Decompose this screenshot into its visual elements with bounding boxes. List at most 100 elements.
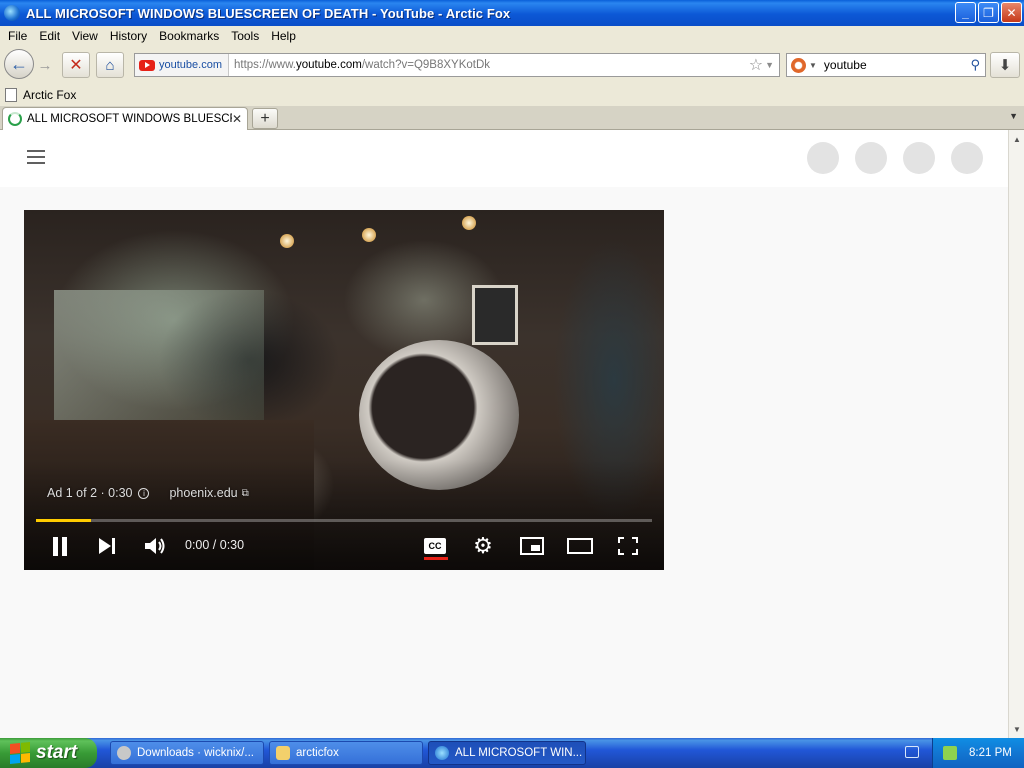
video-scene-picture-frame [472,285,518,345]
arctic-fox-taskbar-icon [435,746,449,760]
window-controls: _ ❐ ✕ [955,2,1022,23]
window-title: ALL MICROSOFT WINDOWS BLUESCREEN OF DEAT… [26,5,511,21]
search-icon[interactable]: ⚲ [970,57,980,73]
theater-icon [567,538,593,554]
taskbar-item-arcticfox-folder[interactable]: arcticfox [269,741,423,765]
site-domain-label: youtube.com [159,59,222,71]
youtube-header [0,130,1008,187]
miniplayer-icon [520,537,544,555]
search-engine-icon[interactable] [791,57,806,73]
external-link-icon: ⧉ [241,487,249,499]
progress-bar[interactable] [36,519,652,522]
maximize-button[interactable]: ❐ [978,2,999,23]
clock: 8:21 PM [969,747,1012,759]
forward-arrow-icon: → [37,56,53,74]
subtitles-button[interactable]: CC [423,532,447,560]
cc-icon: CC [424,538,446,554]
speaker-icon [145,538,165,554]
new-tab-button[interactable]: + [252,108,278,129]
fullscreen-icon [618,537,638,555]
fullscreen-button[interactable] [616,532,640,560]
url-bar[interactable]: youtube.com https://www.youtube.com/watc… [134,53,780,77]
menu-file[interactable]: File [2,29,33,43]
scroll-up-arrow-icon[interactable]: ▲ [1010,132,1024,146]
downloads-button[interactable]: ⬇ [990,52,1020,78]
time-display: 0:00 / 0:30 [185,538,245,552]
close-window-button[interactable]: ✕ [1001,2,1022,23]
home-icon: ⌂ [105,56,115,74]
windows-flag-icon [10,741,30,765]
url-history-dropdown-icon[interactable]: ▼ [765,60,774,70]
next-button[interactable] [96,532,118,560]
page-content: Ad 1 of 2 · 0:30 i phoenix.edu ⧉ 0:00 / … [0,130,1008,738]
video-player[interactable]: Ad 1 of 2 · 0:30 i phoenix.edu ⧉ 0:00 / … [24,210,664,570]
bookmark-star-icon[interactable]: ☆ [749,55,763,75]
scroll-down-arrow-icon[interactable]: ▼ [1010,722,1024,736]
video-scene-lamp [462,216,476,230]
cc-active-indicator [424,557,448,560]
search-input[interactable]: youtube [824,58,971,72]
ad-info-icon[interactable]: i [138,487,150,499]
tab-close-icon[interactable]: ✕ [232,112,242,126]
gear-icon: ⚙ [473,533,493,558]
header-placeholder-circle [807,142,839,174]
video-scene-window [54,290,264,440]
menu-tools[interactable]: Tools [225,29,265,43]
tab-list-dropdown-icon[interactable]: ▼ [1009,111,1018,121]
back-button[interactable]: ← [4,49,34,79]
bookmarks-toolbar: Arctic Fox [0,84,1024,106]
volume-button[interactable] [142,532,168,560]
stop-button[interactable]: ✕ [62,52,90,78]
page-scrollbar[interactable]: ▲ ▼ [1008,130,1024,738]
menu-bookmarks[interactable]: Bookmarks [153,29,225,43]
folder-icon [276,746,290,760]
url-prefix: https://www. [233,59,296,71]
downloads-window-icon [117,746,131,760]
taskbar: start Downloads · wicknix/... arcticfox … [0,738,1024,768]
header-placeholder-circle [903,142,935,174]
bookmark-item-arctic-fox[interactable]: Arctic Fox [23,88,76,102]
stop-x-icon: ✕ [69,57,83,74]
next-icon [99,538,115,554]
bookmark-page-icon [5,88,17,102]
tab-title: ALL MICROSOFT WINDOWS BLUESCREE... [27,113,232,125]
back-arrow-icon: ← [10,53,28,74]
loading-spinner-icon [8,112,22,126]
window-title-bar[interactable]: ALL MICROSOFT WINDOWS BLUESCREEN OF DEAT… [0,0,1024,26]
menu-help[interactable]: Help [265,29,302,43]
menu-hamburger-icon[interactable] [27,150,45,164]
advertiser-link[interactable]: phoenix.edu [169,486,237,500]
url-path: /watch?v=Q9B8XYKotDk [361,59,491,71]
ad-info: Ad 1 of 2 · 0:30 i phoenix.edu ⧉ [47,486,249,500]
engine-dropdown-icon[interactable]: ▼ [809,61,817,70]
navigation-toolbar: ← → ✕ ⌂ youtube.com https://www.youtube.… [0,46,1024,84]
miniplayer-button[interactable] [519,532,545,560]
theater-mode-button[interactable] [567,532,593,560]
arctic-fox-app-icon [4,5,20,21]
search-bar[interactable]: ▼ youtube ⚲ [786,53,986,77]
start-button[interactable]: start [0,738,97,768]
system-tray: 8:21 PM [932,738,1024,768]
forward-button[interactable]: → [35,55,55,75]
menu-edit[interactable]: Edit [33,29,66,43]
menu-view[interactable]: View [66,29,104,43]
taskbar-item-downloads[interactable]: Downloads · wicknix/... [110,741,264,765]
task-label: Downloads · wicknix/... [137,747,254,759]
task-label: ALL MICROSOFT WIN... [455,747,583,759]
settings-button[interactable]: ⚙ [471,532,495,560]
keyboard-layout-icon[interactable] [905,746,919,758]
minimize-button[interactable]: _ [955,2,976,23]
pause-button[interactable] [50,532,70,560]
download-arrow-icon: ⬇ [998,57,1012,74]
network-tray-icon[interactable] [943,746,957,760]
menu-history[interactable]: History [104,29,153,43]
tab-strip: ALL MICROSOFT WINDOWS BLUESCREE... ✕ + ▼ [0,106,1024,130]
home-button[interactable]: ⌂ [96,52,124,78]
start-label: start [36,742,78,763]
url-host: youtube.com [295,59,362,71]
ad-counter-label: Ad 1 of 2 · 0:30 [47,486,133,500]
site-identity-button[interactable]: youtube.com [135,54,229,76]
url-input[interactable]: https://www.youtube.com/watch?v=Q9B8XYKo… [229,59,749,71]
tab-active[interactable]: ALL MICROSOFT WINDOWS BLUESCREE... ✕ [2,107,248,130]
taskbar-item-browser[interactable]: ALL MICROSOFT WIN... [428,741,586,765]
